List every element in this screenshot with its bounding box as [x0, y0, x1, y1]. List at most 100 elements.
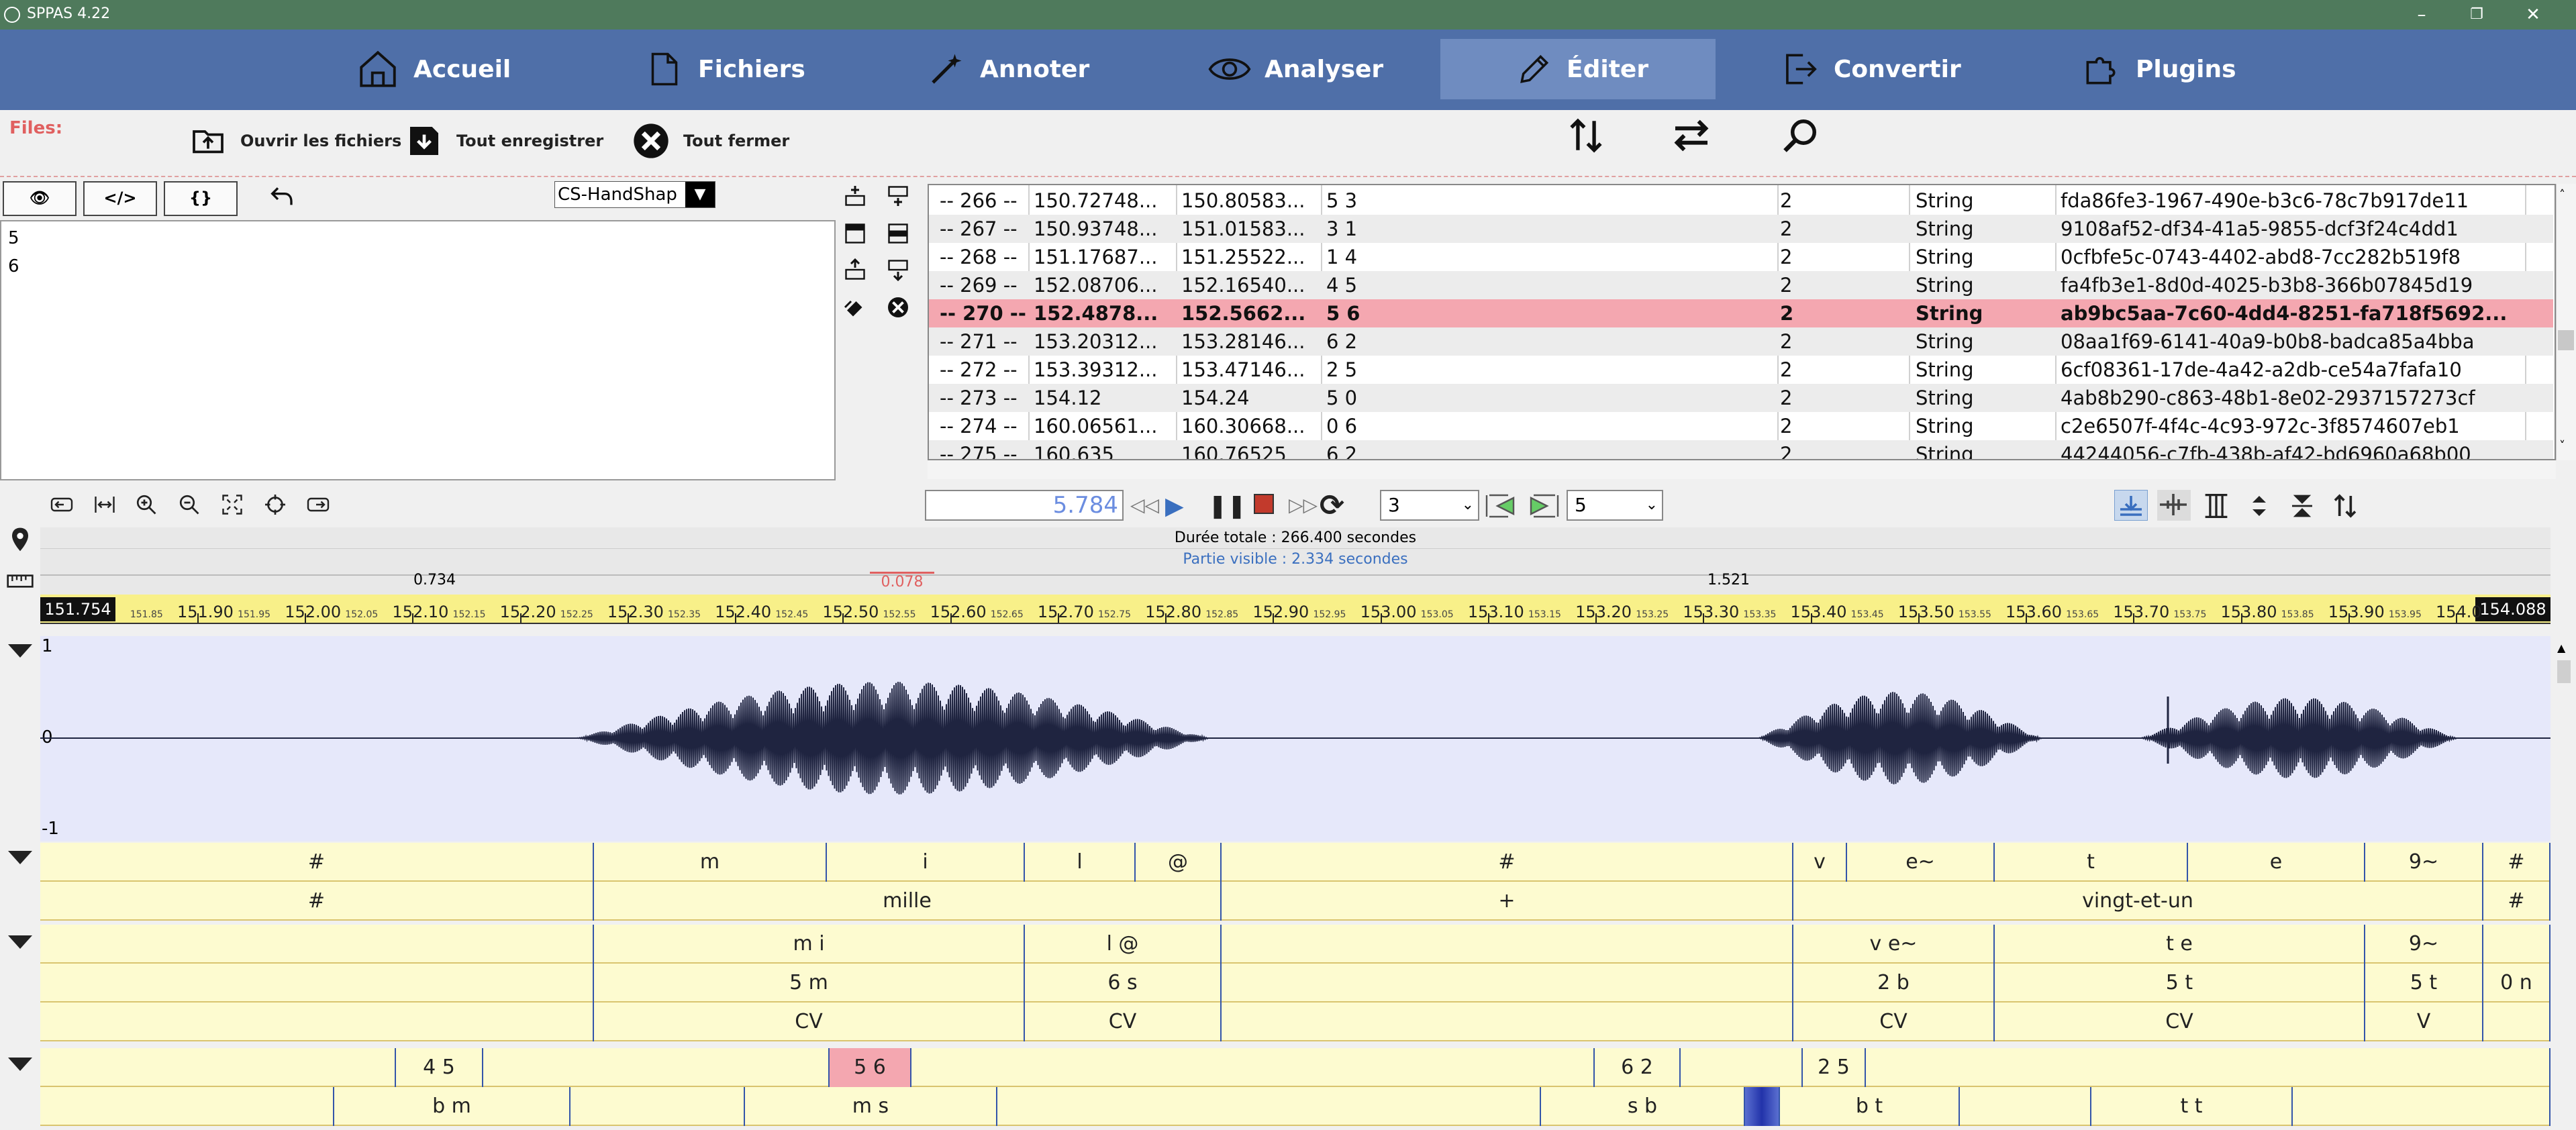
play-icon[interactable]: ▶ — [1165, 493, 1184, 520]
tier-annotation[interactable]: 4 5 — [396, 1048, 483, 1087]
tier-gap[interactable] — [1681, 1048, 1803, 1087]
tier-annotation[interactable]: # — [40, 882, 594, 921]
tier-gap[interactable] — [2483, 1003, 2550, 1041]
tier-annotation[interactable]: CV — [1995, 1003, 2365, 1041]
tier-gap[interactable] — [40, 1048, 396, 1087]
tier-gap[interactable] — [1222, 964, 1793, 1003]
table-row[interactable]: -- 273 -- 154.12 154.24 5 0 2 String 4ab8b290-… — [929, 384, 2553, 412]
pause-icon[interactable]: ❚❚ — [1208, 493, 1246, 519]
tier-annotation[interactable]: m i — [594, 925, 1025, 964]
annotation-textarea[interactable]: 5 6 — [0, 220, 836, 480]
zoom-out-icon[interactable] — [176, 493, 203, 517]
tier-annotation[interactable]: t t — [2091, 1087, 2293, 1126]
sort-vertical-icon[interactable] — [2332, 493, 2359, 519]
column-icon[interactable] — [2201, 493, 2231, 519]
xml-view-button[interactable]: </> — [83, 181, 157, 216]
table-row[interactable]: -- 274 -- 160.06561... 160.30668... 0 6 2 Str… — [929, 412, 2553, 440]
location-pin-icon[interactable] — [9, 526, 31, 553]
zoom-in-selection-icon[interactable] — [48, 493, 75, 517]
merge-icon[interactable] — [886, 221, 910, 246]
tier-gap[interactable] — [997, 1087, 1541, 1126]
scroll-thumb[interactable] — [2558, 330, 2574, 350]
tier-annotation[interactable]: 5 t — [1995, 964, 2365, 1003]
maximize-button[interactable]: ❐ — [2465, 3, 2489, 27]
expand-vertical-icon[interactable] — [2246, 493, 2273, 519]
tier-phonemes[interactable]: # m i l @ # v e~ t e 9~ # — [40, 843, 2550, 882]
table-row[interactable]: -- 270 -- 152.4878... 152.5662... 5 6 2 Strin… — [929, 299, 2553, 327]
minimize-button[interactable]: – — [2410, 3, 2434, 27]
tier-gap[interactable] — [1222, 1003, 1793, 1041]
open-files-button[interactable]: Ouvrir les fichiers — [189, 117, 401, 165]
nav-annoter[interactable]: Annoter — [926, 39, 1101, 99]
tier-annotation[interactable]: v e~ — [1793, 925, 1995, 964]
tier-annotation[interactable]: V — [2365, 1003, 2483, 1041]
json-view-button[interactable]: {} — [164, 181, 238, 216]
nav-convertir[interactable]: Convertir — [1779, 39, 1993, 99]
zoom-fit-icon[interactable] — [219, 493, 246, 517]
prev-segment-icon[interactable] — [1483, 493, 1517, 519]
tier-annotation[interactable]: l — [1025, 843, 1136, 882]
tier-annotation[interactable]: b t — [1780, 1087, 1960, 1126]
tier-gap[interactable] — [1866, 1048, 2550, 1087]
tier-tokens[interactable]: # mille + vingt-et-un # — [40, 882, 2550, 921]
waveform-plot[interactable] — [40, 636, 2550, 841]
tier-gap[interactable] — [2483, 925, 2550, 964]
period-spinner[interactable]: 3 ⌄ — [1380, 490, 1479, 521]
fit-width-icon[interactable] — [91, 493, 118, 517]
tier-annotation[interactable]: CV — [1025, 1003, 1222, 1041]
tier-view-toggle[interactable] — [2114, 490, 2148, 521]
grid-horizontal-scrollbar[interactable] — [928, 460, 2556, 479]
tier-annotation[interactable]: t e — [1995, 925, 2365, 964]
collapse-icon[interactable] — [8, 644, 32, 658]
tier-annotation[interactable]: v — [1793, 843, 1847, 882]
tier-annotation[interactable]: 2 5 — [1803, 1048, 1866, 1087]
close-all-button[interactable]: Tout fermer — [632, 117, 789, 165]
tier-annotation[interactable]: b m — [334, 1087, 571, 1126]
tier-annotation[interactable]: CV — [594, 1003, 1025, 1041]
tier-syllable-class[interactable]: CV CV CV CV V — [40, 1003, 2550, 1041]
tier-annotation[interactable]: m — [594, 843, 827, 882]
tier-annotation[interactable]: vingt-et-un — [1793, 882, 2483, 921]
table-row[interactable]: -- 271 -- 153.20312... 153.28146... 6 2 2 Str… — [929, 327, 2553, 356]
add-after-icon[interactable] — [886, 184, 910, 208]
tier-annotation[interactable]: i — [827, 843, 1025, 882]
split-icon[interactable] — [843, 221, 867, 246]
table-row[interactable]: -- 269 -- 152.08706... 152.16540... 4 5 2 Str… — [929, 271, 2553, 299]
tier-gap[interactable] — [483, 1048, 830, 1087]
forward-icon[interactable]: ▷▷ — [1289, 494, 1318, 516]
tier-annotation[interactable]: l @ — [1025, 925, 1222, 964]
tier-annotation[interactable]: 9~ — [2365, 843, 2483, 882]
view-button[interactable]: 👁 — [3, 181, 77, 216]
tier-annotation[interactable]: 6 2 — [1595, 1048, 1681, 1087]
tier-select[interactable]: CS-HandShap ▼ — [554, 181, 715, 208]
nav-fichiers[interactable]: Fichiers — [644, 39, 819, 99]
swap-icon[interactable] — [1670, 114, 1713, 157]
tier-gap[interactable] — [911, 1048, 1595, 1087]
zoom-in-icon[interactable] — [133, 493, 160, 517]
erase-icon[interactable] — [843, 295, 867, 319]
tier-annotation[interactable]: # — [2483, 882, 2550, 921]
table-row[interactable]: -- 268 -- 151.17687... 151.25522... 1 4 2 Str… — [929, 243, 2553, 271]
tier-annotation[interactable]: 5 m — [594, 964, 1025, 1003]
tier-gap[interactable] — [1222, 925, 1793, 964]
next-segment-icon[interactable] — [1528, 493, 1561, 519]
undo-icon[interactable] — [267, 183, 295, 209]
ruler-icon[interactable] — [7, 572, 34, 590]
tier-annotation[interactable]: e~ — [1847, 843, 1995, 882]
collapse-icon[interactable] — [8, 1058, 32, 1071]
tier-annotation[interactable]: 0 n — [2483, 964, 2550, 1003]
nav-analyser[interactable]: Analyser — [1208, 39, 1409, 99]
tier-annotation[interactable]: # — [40, 843, 594, 882]
tier-gap[interactable] — [40, 1087, 334, 1126]
table-row[interactable]: -- 266 -- 150.72748... 150.80583... 5 3 2 Str… — [929, 187, 2553, 215]
tier-annotation[interactable]: @ — [1136, 843, 1222, 882]
tier-annotation[interactable]: CV — [1793, 1003, 1995, 1041]
tier-gap[interactable] — [40, 925, 594, 964]
search-icon[interactable] — [1780, 114, 1820, 157]
sort-icon[interactable] — [1567, 114, 1605, 157]
tier-gap[interactable] — [571, 1087, 745, 1126]
delete-icon[interactable] — [886, 295, 910, 319]
insert-down-icon[interactable] — [886, 258, 910, 282]
tier-annotation[interactable]: 6 s — [1025, 964, 1222, 1003]
table-row[interactable]: -- 272 -- 153.39312... 153.47146... 2 5 2 Str… — [929, 356, 2553, 384]
